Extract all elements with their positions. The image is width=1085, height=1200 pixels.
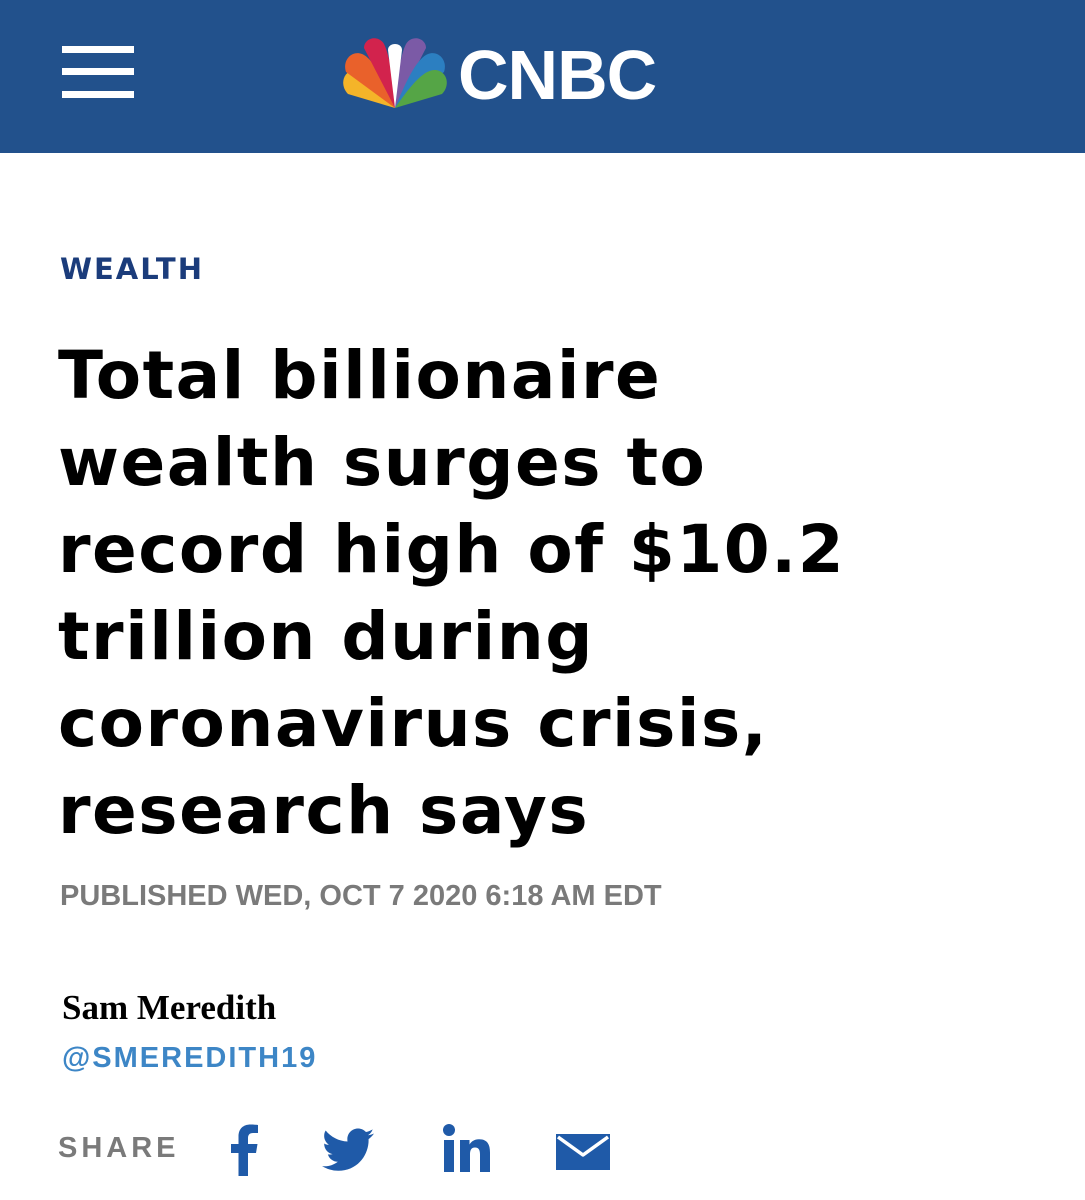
headline-line: research says	[58, 772, 590, 849]
email-icon[interactable]	[556, 1134, 610, 1170]
facebook-icon[interactable]	[228, 1124, 258, 1176]
twitter-icon[interactable]	[322, 1128, 374, 1172]
published-timestamp: PUBLISHED WED, OCT 7 2020 6:18 AM EDT	[60, 880, 662, 912]
site-header: CNBC	[0, 0, 1085, 153]
article-headline: Total billionaire wealth surges to recor…	[58, 332, 1018, 854]
menu-bar	[62, 46, 134, 53]
section-label-link[interactable]: WEALTH	[60, 252, 204, 286]
linkedin-icon[interactable]	[442, 1124, 492, 1174]
headline-line: coronavirus crisis,	[58, 685, 769, 762]
headline-line: Total billionaire	[58, 337, 662, 414]
author-name-link[interactable]: Sam Meredith	[62, 988, 276, 1028]
menu-bar	[62, 91, 134, 98]
share-label: SHARE	[58, 1132, 180, 1164]
cnbc-wordmark: CNBC	[458, 36, 657, 114]
author-twitter-handle-link[interactable]: @SMEREDITH19	[62, 1042, 317, 1075]
headline-line: trillion during	[58, 598, 595, 675]
cnbc-logo[interactable]: CNBC	[340, 36, 750, 112]
headline-line: record high of $10.2	[58, 511, 846, 588]
menu-bar	[62, 68, 134, 75]
nbc-peacock-icon	[343, 38, 447, 108]
headline-line: wealth surges to	[58, 424, 707, 501]
hamburger-menu-icon[interactable]	[62, 46, 134, 98]
